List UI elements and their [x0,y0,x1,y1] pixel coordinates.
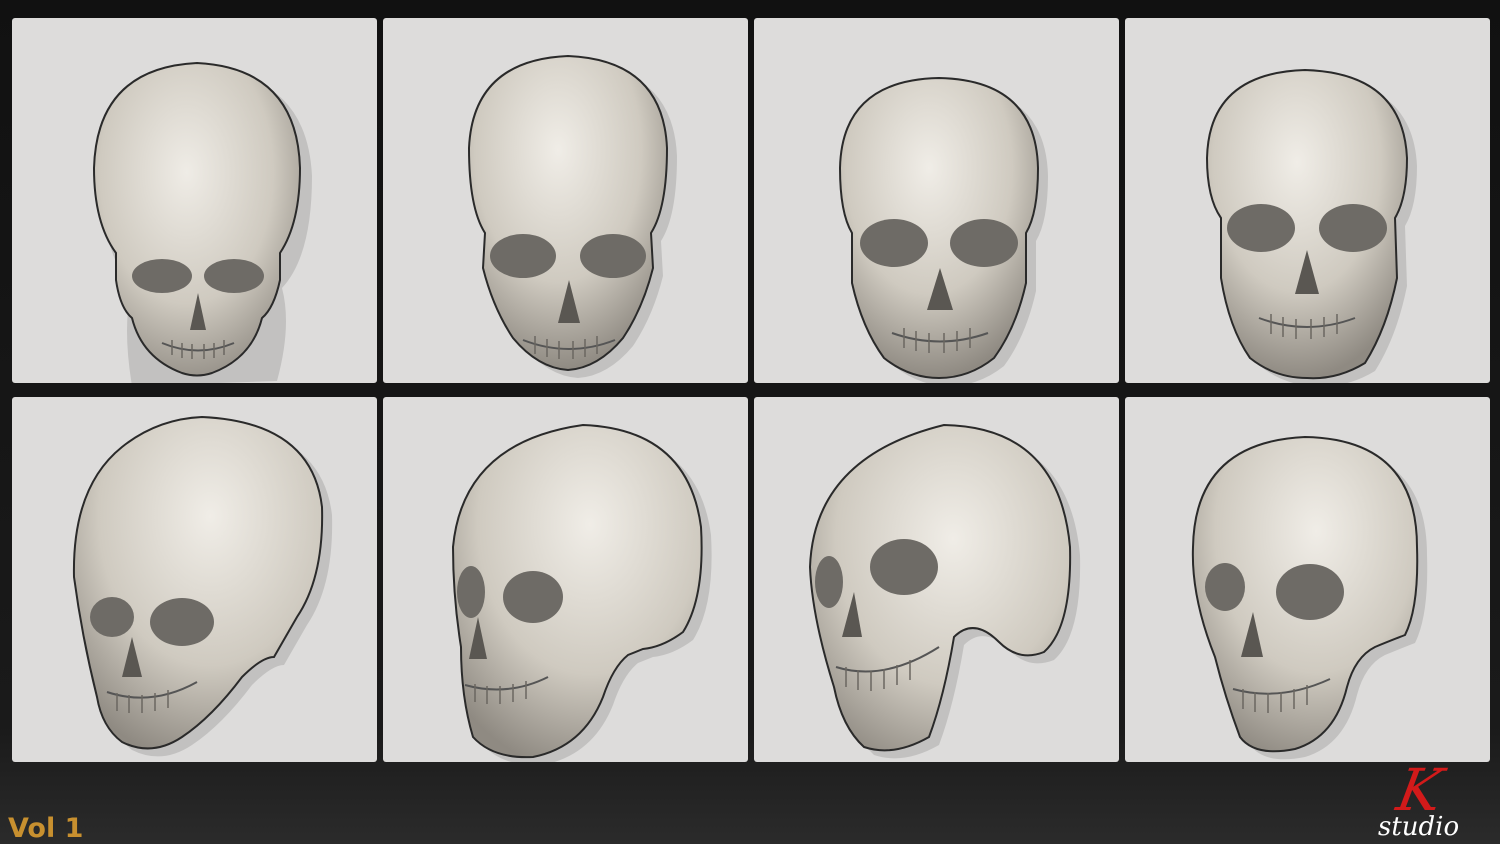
skull-panel-8 [1125,397,1490,762]
skull-front-slightly-high-icon [467,54,677,378]
skull-three-quarter-low-left-icon [808,423,1081,759]
skull-panel-2 [383,18,748,383]
skull-panel-5 [12,397,377,762]
skull-front-high-angle-icon [92,61,312,383]
skull-panel-7 [754,397,1119,762]
skull-panel-4 [1125,18,1490,383]
skull-panel-6 [383,397,748,762]
skull-side-left-icon [451,423,712,762]
skull-panel-1 [12,18,377,383]
skull-front-low-angle-icon [1205,68,1417,383]
skull-reference-grid [12,18,1490,762]
skull-front-level-icon [838,76,1048,383]
logo-word: studio [1378,812,1460,842]
volume-label: Vol 1 [8,813,84,844]
skull-three-quarter-left-icon [1191,435,1428,760]
studio-logo: K studio [1378,756,1488,842]
skull-three-quarter-high-left-icon [72,415,333,757]
skull-panel-3 [754,18,1119,383]
